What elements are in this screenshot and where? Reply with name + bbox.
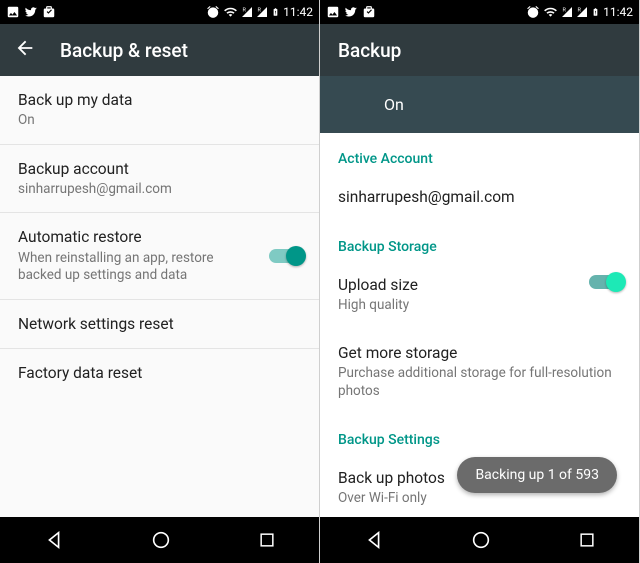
right-screen: R R 11:42 Backup On Active Account sinha… xyxy=(320,0,640,563)
status-left-icons xyxy=(6,5,56,19)
item-network-settings-reset[interactable]: Network settings reset xyxy=(0,300,319,349)
status-right-icons: R R 11:42 xyxy=(206,5,313,19)
status-time: 11:42 xyxy=(603,5,633,19)
master-toggle-label: On xyxy=(384,95,404,114)
image-icon xyxy=(6,5,20,19)
twitter-icon xyxy=(24,5,38,19)
battery-icon xyxy=(591,5,600,19)
wifi-icon xyxy=(543,5,558,19)
item-backup-my-data[interactable]: Back up my data On xyxy=(0,76,319,145)
status-bar: R R 11:42 xyxy=(0,0,319,24)
nav-back-button[interactable] xyxy=(363,529,385,551)
item-title: Back up my data xyxy=(18,90,301,110)
nav-bar xyxy=(0,517,319,563)
nav-home-button[interactable] xyxy=(150,529,172,551)
item-account-email[interactable]: sinharrupesh@gmail.com xyxy=(320,173,639,221)
status-right-icons: R R 11:42 xyxy=(526,5,633,19)
section-backup-storage: Backup Storage xyxy=(320,221,639,261)
settings-list: Back up my data On Backup account sinhar… xyxy=(0,76,319,517)
item-title: Backup account xyxy=(18,159,301,179)
page-title: Backup & reset xyxy=(60,39,188,62)
svg-text:R: R xyxy=(243,8,247,14)
item-subtitle: High quality xyxy=(338,297,621,315)
item-subtitle: Purchase additional storage for full-res… xyxy=(338,365,621,400)
auto-restore-switch[interactable] xyxy=(269,249,303,263)
nav-recent-button[interactable] xyxy=(257,530,277,550)
status-bar: R R 11:42 xyxy=(320,0,639,24)
item-title: Upload size xyxy=(338,275,621,295)
item-subtitle: sinharrupesh@gmail.com xyxy=(18,181,301,199)
status-time: 11:42 xyxy=(283,5,313,19)
signal-icon-1: R xyxy=(561,6,573,18)
svg-text:R: R xyxy=(258,8,262,14)
twitter-icon xyxy=(344,5,358,19)
alarm-icon xyxy=(526,5,540,19)
app-bar: Backup & reset xyxy=(0,24,319,76)
signal-icon-2: R xyxy=(576,6,588,18)
svg-text:R: R xyxy=(578,8,582,14)
left-screen: R R 11:42 Backup & reset Back up my data… xyxy=(0,0,320,563)
item-title: sinharrupesh@gmail.com xyxy=(338,187,621,207)
item-factory-data-reset[interactable]: Factory data reset xyxy=(0,349,319,397)
wifi-icon xyxy=(223,5,238,19)
signal-icon-2: R xyxy=(256,6,268,18)
item-get-more-storage[interactable]: Get more storage Purchase additional sto… xyxy=(320,329,639,414)
item-title: Automatic restore xyxy=(18,227,251,247)
item-subtitle: When reinstalling an app, restore backed… xyxy=(18,250,251,285)
back-icon[interactable] xyxy=(14,37,36,63)
item-subtitle: On xyxy=(18,112,301,130)
shop-icon xyxy=(42,5,56,19)
section-active-account: Active Account xyxy=(320,133,639,173)
alarm-icon xyxy=(206,5,220,19)
nav-back-button[interactable] xyxy=(43,529,65,551)
item-upload-size[interactable]: Upload size High quality xyxy=(320,261,639,329)
svg-text:R: R xyxy=(563,8,567,14)
nav-bar xyxy=(320,517,639,563)
item-title: Network settings reset xyxy=(18,314,301,334)
image-icon xyxy=(326,5,340,19)
master-toggle-row[interactable]: On xyxy=(320,76,639,133)
battery-icon xyxy=(271,5,280,19)
item-automatic-restore[interactable]: Automatic restore When reinstalling an a… xyxy=(0,213,319,299)
status-left-icons xyxy=(326,5,376,19)
item-title: Get more storage xyxy=(338,343,621,363)
item-title: Factory data reset xyxy=(18,363,301,383)
section-backup-settings: Backup Settings xyxy=(320,414,639,454)
backup-progress-toast: Backing up 1 of 593 xyxy=(457,457,617,493)
nav-recent-button[interactable] xyxy=(577,530,597,550)
item-backup-account[interactable]: Backup account sinharrupesh@gmail.com xyxy=(0,145,319,214)
nav-home-button[interactable] xyxy=(470,529,492,551)
app-bar: Backup xyxy=(320,24,639,76)
page-title: Backup xyxy=(338,39,401,62)
signal-icon-1: R xyxy=(241,6,253,18)
shop-icon xyxy=(362,5,376,19)
